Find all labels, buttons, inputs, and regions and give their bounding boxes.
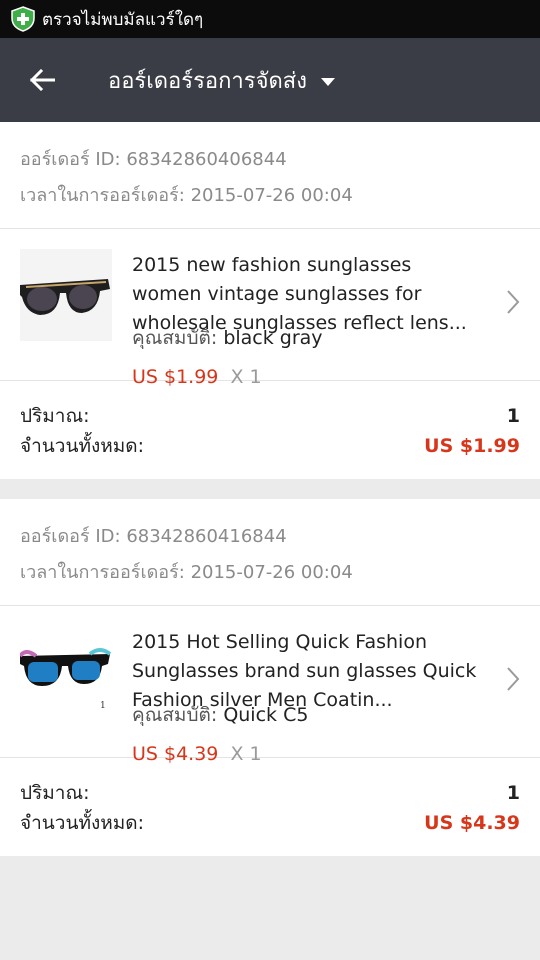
order-totals: ปริมาณ: 1 จำนวนทั้งหมด: US $4.39 (0, 758, 540, 856)
order-id-line: ออร์เดอร์ ID: 68342860416844 (20, 519, 520, 555)
property-label: คุณสมบัติ: (132, 704, 218, 726)
product-title: 2015 new fashion sunglasses women vintag… (132, 254, 467, 334)
chevron-right-icon (507, 290, 520, 314)
order-card: ออร์เดอร์ ID: 68342860406844 เวลาในการออ… (0, 122, 540, 479)
quantity-label: ปริมาณ: (20, 782, 90, 804)
chevron-right-icon (507, 667, 520, 691)
order-time-value: 2015-07-26 00:04 (190, 562, 353, 583)
order-time-value: 2015-07-26 00:04 (190, 185, 353, 206)
product-price: US $1.99 (132, 366, 219, 388)
caret-down-icon (320, 78, 335, 86)
product-quantity: X 1 (230, 366, 262, 388)
status-notification-text: ตรวจไม่พบมัลแวร์ใดๆ (42, 9, 204, 30)
product-property: คุณสมบัติ: Quick C5 (132, 703, 480, 727)
order-id-value: 68342860416844 (126, 526, 287, 547)
quantity-label: ปริมาณ: (20, 405, 90, 427)
price-line: US $1.99 X 1 (132, 366, 480, 388)
property-label: คุณสมบัติ: (132, 327, 218, 349)
thumbnail-caption: 1 (100, 701, 106, 711)
quantity-value: 1 (506, 405, 520, 427)
product-title: 2015 Hot Selling Quick Fashion Sunglasse… (132, 631, 477, 711)
arrow-left-icon (29, 69, 55, 91)
status-bar: ตรวจไม่พบมัลแวร์ใดๆ (0, 0, 540, 38)
property-value: Quick C5 (223, 704, 309, 726)
quantity-row: ปริมาณ: 1 (20, 778, 520, 808)
product-quantity: X 1 (230, 743, 262, 765)
order-header: ออร์เดอร์ ID: 68342860416844 เวลาในการออ… (0, 499, 540, 606)
order-totals: ปริมาณ: 1 จำนวนทั้งหมด: US $1.99 (0, 381, 540, 479)
app-bar: ออร์เดอร์รอการจัดส่ง (0, 38, 540, 122)
product-info: 2015 Hot Selling Quick Fashion Sunglasse… (132, 626, 540, 765)
page-title: ออร์เดอร์รอการจัดส่ง (108, 68, 307, 94)
total-value: US $4.39 (424, 812, 520, 834)
product-info: 2015 new fashion sunglasses women vintag… (132, 249, 540, 388)
order-time-label: เวลาในการออร์เดอร์: (20, 185, 185, 206)
shield-plus-icon (11, 6, 35, 32)
property-value: black gray (223, 327, 323, 349)
back-button[interactable] (0, 38, 84, 122)
quantity-row: ปริมาณ: 1 (20, 401, 520, 431)
order-id-label: ออร์เดอร์ ID: (20, 526, 121, 547)
order-id-label: ออร์เดอร์ ID: (20, 149, 121, 170)
total-row: จำนวนทั้งหมด: US $1.99 (20, 431, 520, 461)
total-value: US $1.99 (424, 435, 520, 457)
quantity-value: 1 (506, 782, 520, 804)
sunglasses-thumbnail: 1 (20, 626, 112, 718)
order-id-line: ออร์เดอร์ ID: 68342860406844 (20, 142, 520, 178)
order-time-line: เวลาในการออร์เดอร์: 2015-07-26 00:04 (20, 178, 520, 214)
total-row: จำนวนทั้งหมด: US $4.39 (20, 808, 520, 838)
product-item[interactable]: 1 2015 Hot Selling Quick Fashion Sunglas… (0, 606, 540, 765)
order-time-label: เวลาในการออร์เดอร์: (20, 562, 185, 583)
total-label: จำนวนทั้งหมด: (20, 435, 145, 457)
price-line: US $4.39 X 1 (132, 743, 480, 765)
order-card: ออร์เดอร์ ID: 68342860416844 เวลาในการออ… (0, 499, 540, 856)
product-price: US $4.39 (132, 743, 219, 765)
order-header: ออร์เดอร์ ID: 68342860406844 เวลาในการออ… (0, 122, 540, 229)
order-id-value: 68342860406844 (126, 149, 287, 170)
product-item[interactable]: 2015 new fashion sunglasses women vintag… (0, 229, 540, 388)
sunglasses-thumbnail (20, 249, 112, 341)
order-status-dropdown[interactable]: ออร์เดอร์รอการจัดส่ง (108, 63, 335, 98)
order-time-line: เวลาในการออร์เดอร์: 2015-07-26 00:04 (20, 555, 520, 591)
total-label: จำนวนทั้งหมด: (20, 812, 145, 834)
